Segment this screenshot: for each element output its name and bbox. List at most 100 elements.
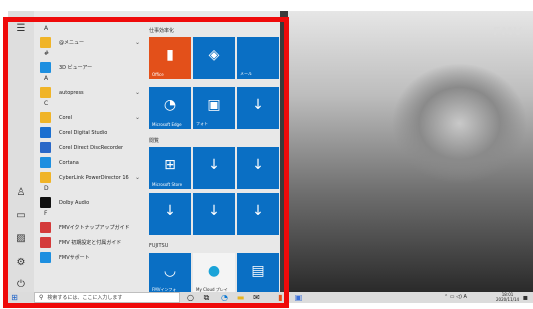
- tile[interactable]: ● My Cloud プレイ: [193, 253, 235, 295]
- mycloud-icon: ●: [207, 262, 221, 279]
- edge-icon[interactable]: ◔: [220, 293, 229, 302]
- chevron-up-icon[interactable]: ⌃: [444, 294, 448, 300]
- app-list-item[interactable]: @メニュー ⌄: [40, 35, 144, 50]
- gear-icon[interactable]: ⚙: [15, 257, 27, 269]
- app-icon[interactable]: ▣: [294, 293, 303, 302]
- download-icon: ↓: [252, 96, 264, 113]
- taskbar: ⚲ 検索するには、ここに入力します ⌃ ▭ ◁) A 18:01 2020/11…: [8, 292, 533, 303]
- start-rail: ☰ ♙ ▭ ▨ ⚙ ⏻: [8, 11, 34, 292]
- app-label: Corel Direct DiscRecorder: [59, 144, 124, 151]
- tray-icons[interactable]: ⌃ ▭ ◁) A: [444, 294, 467, 300]
- app-label: FMV 初期設定と付属ガイド: [59, 240, 122, 246]
- app-icon: [40, 197, 51, 208]
- download-icon: ↓: [164, 202, 176, 219]
- user-icon[interactable]: ♙: [15, 187, 27, 199]
- chevron-down-icon: ⌄: [134, 89, 140, 96]
- clock[interactable]: 18:01 2020/11/14: [496, 292, 519, 302]
- tile-label: メール: [240, 71, 252, 76]
- tile[interactable]: ↓: [193, 147, 235, 189]
- app-icon: [40, 222, 51, 233]
- section-letter[interactable]: #: [44, 50, 49, 57]
- office-icon: ▮: [166, 46, 174, 63]
- app-list-item[interactable]: autopress ⌄: [40, 85, 144, 100]
- windows-start-icon[interactable]: ⊞: [10, 293, 19, 302]
- section-letter[interactable]: C: [44, 100, 48, 107]
- download-icon: ↓: [208, 202, 220, 219]
- office-icon[interactable]: ▮: [276, 293, 285, 302]
- section-letter[interactable]: A: [44, 75, 48, 82]
- app-list-item[interactable]: CyberLink PowerDirector 16 ⌄: [40, 170, 144, 185]
- app-list-item[interactable]: Corel Digital Studio: [40, 125, 144, 140]
- tile-label: Microsoft Edge: [152, 122, 182, 127]
- tile[interactable]: ▮ Office: [149, 37, 191, 79]
- cortana-icon[interactable]: ○: [186, 293, 195, 302]
- ime-indicator[interactable]: A: [464, 294, 467, 300]
- tile[interactable]: ◡ FMVインフォ: [149, 253, 191, 295]
- tile-label: Office: [152, 72, 164, 77]
- hamburger-icon[interactable]: ☰: [15, 23, 27, 35]
- app-label: Corel: [59, 114, 72, 121]
- tile[interactable]: ↓: [193, 193, 235, 235]
- desktop-screen: FMV ☰ ♙ ▭ ▨ ⚙ ⏻ A @メニュー ⌄ #3D ビューアー Aautopress ⌄ C C…: [8, 11, 533, 303]
- tile[interactable]: ↓: [149, 193, 191, 235]
- desktop-wallpaper: [288, 11, 533, 292]
- app-list-item[interactable]: FMVイクトナップアップガイド: [40, 220, 144, 235]
- app-list-item[interactable]: Dolby Audio: [40, 195, 144, 210]
- app-icon: [40, 112, 51, 123]
- tile[interactable]: ⊞ Microsoft Store: [149, 147, 191, 189]
- tile[interactable]: ↓: [237, 87, 279, 129]
- tile[interactable]: ▤: [237, 253, 279, 295]
- chevron-down-icon: ⌄: [134, 39, 140, 46]
- edge-icon: ◔: [163, 96, 177, 113]
- tile[interactable]: ◈: [193, 37, 235, 79]
- app-icon: [40, 127, 51, 138]
- tile[interactable]: ◔ Microsoft Edge: [149, 87, 191, 129]
- notification-icon[interactable]: ▪: [521, 293, 530, 302]
- app-list-item[interactable]: Corel Direct DiscRecorder: [40, 140, 144, 155]
- power-icon[interactable]: ⏻: [15, 279, 27, 291]
- volume-icon[interactable]: ◁): [456, 294, 462, 300]
- app-list-item[interactable]: FMVサポート: [40, 250, 144, 265]
- tile-group-label: FUJITSU: [149, 243, 169, 249]
- picture-icon[interactable]: ▨: [15, 233, 27, 245]
- app-label: @メニュー: [59, 40, 85, 46]
- tile[interactable]: ↓: [237, 147, 279, 189]
- section-letter[interactable]: D: [44, 185, 49, 192]
- tile-group-label: 仕事効率化: [149, 28, 175, 34]
- app-label: FMVイクトナップアップガイド: [59, 225, 130, 231]
- fmv-info-icon: ◡: [163, 262, 177, 279]
- mail-icon[interactable]: ✉: [252, 293, 261, 302]
- app-label: Cortana: [59, 159, 79, 166]
- app-icon: [40, 252, 51, 263]
- tile-area: 仕事効率化 閲覧 FUJITSU ▮ Office ◈ メール ◔ Microsoft Edge…: [146, 25, 280, 295]
- tile[interactable]: ↓: [237, 193, 279, 235]
- download-icon: ↓: [252, 202, 264, 219]
- app-icon: [40, 87, 51, 98]
- explorer-icon[interactable]: ▬: [236, 293, 245, 302]
- document-icon[interactable]: ▭: [15, 210, 27, 222]
- app-list-item[interactable]: Corel ⌄: [40, 110, 144, 125]
- section-letter[interactable]: A: [44, 25, 48, 32]
- tile-label: フォト: [196, 121, 208, 126]
- app-label: FMVサポート: [59, 255, 90, 261]
- app-list-item[interactable]: Cortana: [40, 155, 144, 170]
- search-placeholder: 検索するには、ここに入力します: [47, 295, 123, 301]
- store-icon: ⊞: [164, 156, 176, 173]
- section-letter[interactable]: F: [44, 210, 47, 217]
- photo-icon: ▣: [207, 96, 221, 113]
- app-icon: [40, 157, 51, 168]
- tile-label: Microsoft Store: [152, 182, 183, 187]
- tile[interactable]: ▣ フォト: [193, 87, 235, 129]
- app-list-item[interactable]: 3D ビューアー: [40, 60, 144, 75]
- apps-icon: ◈: [208, 46, 220, 63]
- fmv-app-icon: ▤: [251, 262, 265, 279]
- app-list-item[interactable]: FMV 初期設定と付属ガイド: [40, 235, 144, 250]
- search-input[interactable]: ⚲ 検索するには、ここに入力します: [34, 292, 180, 303]
- app-icon: [40, 142, 51, 153]
- brand-logo: FMV: [493, 25, 523, 38]
- download-icon: ↓: [208, 156, 220, 173]
- task-view-icon[interactable]: ⧉: [202, 293, 211, 302]
- app-icon: [40, 172, 51, 183]
- tile[interactable]: メール: [237, 37, 279, 79]
- download-icon: ↓: [252, 156, 264, 173]
